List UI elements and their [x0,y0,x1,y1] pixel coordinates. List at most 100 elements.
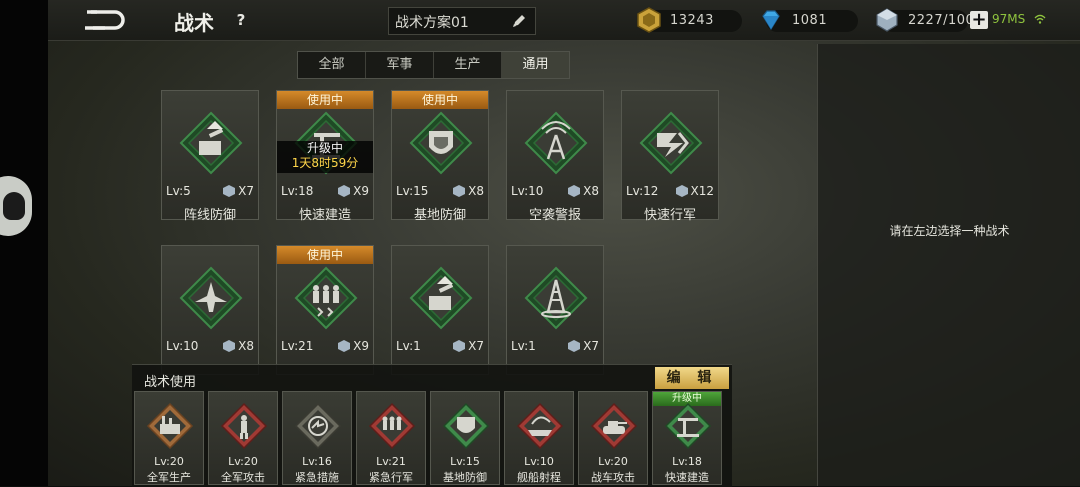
tactic-card-aircraft[interactable]: Lv:10 X8 [161,245,259,375]
usage-slot[interactable]: 升级中 Lv:18 快速建造 [652,391,722,485]
gold-coin-icon [637,7,661,33]
factory-icon [146,402,194,450]
tactic-level: Lv:1 [511,339,536,353]
diamond-value: 1081 [792,13,828,28]
crystal-value: 2227/100 [908,13,975,28]
page-title: 战术 [174,11,214,35]
tactic-count: X9 [337,184,369,198]
tactic-level: Lv:10 [166,339,199,353]
tactics-in-use-panel: 战术使用 编 辑 Lv:20 全军生产 Lv:20 全军攻击 Lv:16 紧急措… [132,364,732,487]
crystal-icon [223,185,236,197]
tactic-card-marching-troops[interactable]: 使用中 Lv:21 X9 [276,245,374,375]
crystal-icon [338,340,351,352]
usage-slot[interactable]: Lv:15 基地防御 [430,391,500,485]
usage-slot[interactable]: Lv:16 紧急措施 [282,391,352,485]
tab-general[interactable]: 通用 [502,52,569,78]
tower-icon [524,266,588,330]
turret-icon [409,266,473,330]
tactic-level: Lv:5 [166,184,191,198]
slot-name: 舰船射程 [517,471,561,484]
plan-name: 战术方案01 [395,15,469,31]
tactic-level: Lv:10 [511,184,544,198]
crystal-icon [568,340,581,352]
usage-slot[interactable]: Lv:20 全军生产 [134,391,204,485]
slot-name: 全军生产 [147,471,191,484]
tactic-level: Lv:1 [396,339,421,353]
crystal-icon [223,340,236,352]
slot-name: 快速建造 [665,471,709,484]
top-bar: 战术 ? 战术方案01 13243 1081 2227/100 + 97MS [48,0,1080,41]
tab-military[interactable]: 军事 [366,52,434,78]
usage-slot[interactable]: Lv:10 舰船射程 [504,391,574,485]
tactic-card-air-raid-alert[interactable]: Lv:10 X8 空袭警报 [506,90,604,223]
tactic-name: 快速建造 [298,208,351,223]
turret-icon [179,111,243,175]
tactic-count-value: X8 [238,339,254,353]
tactic-card-frontline-defense[interactable]: Lv:5 X7 阵线防御 [161,90,259,223]
back-button[interactable] [70,6,136,34]
slot-name: 紧急行军 [369,471,413,484]
ping-indicator: 97MS [992,12,1026,26]
in-use-badge: 使用中 [277,91,373,109]
tab-production[interactable]: 生产 [434,52,502,78]
usage-title: 战术使用 [144,375,197,390]
tactic-count: X7 [452,339,484,353]
usage-slot[interactable]: Lv:20 全军攻击 [208,391,278,485]
tactic-card-fast-build[interactable]: 使用中 升级中 1天8时59分 Lv:18 X9 快速建造 [276,90,374,223]
crystal-icon [453,185,466,197]
usage-slot[interactable]: Lv:21 紧急行军 [356,391,426,485]
in-use-badge: 使用中 [392,91,488,109]
crystal-counter: 2227/100 [876,8,974,32]
tactic-card-base-defense[interactable]: 使用中 Lv:15 X8 基地防御 [391,90,489,223]
base-shield-icon [409,111,473,175]
tactic-count-value: X12 [690,184,715,198]
emergency-icon [294,402,342,450]
select-hint: 请在左边选择一种战术 [889,224,1010,238]
construction-crane-icon [664,402,712,450]
soldier-icon [220,402,268,450]
category-tabs: 全部 军事 生产 通用 [297,51,570,79]
floating-assistant-button[interactable] [0,176,32,236]
radar-tower-icon [524,111,588,175]
slot-level: Lv:15 [450,455,480,468]
slot-name: 紧急措施 [295,471,339,484]
assistant-icon [3,192,25,220]
help-button[interactable]: ? [232,11,250,29]
system-left-strip [0,0,48,486]
tactic-count: X7 [222,184,254,198]
tactic-count-value: X7 [238,184,254,198]
slot-level: Lv:16 [302,455,332,468]
slot-level: Lv:18 [672,455,702,468]
tactic-level: Lv:21 [281,339,314,353]
tactic-level: Lv:18 [281,184,314,198]
tactic-count-value: X8 [468,184,484,198]
in-use-badge: 使用中 [277,246,373,264]
tactic-level: Lv:12 [626,184,659,198]
speed-arrow-icon [639,111,703,175]
gold-value: 13243 [670,13,714,28]
tactic-count: X8 [567,184,599,198]
tactic-card-fast-march[interactable]: Lv:12 X12 快速行军 [621,90,719,223]
slot-name: 基地防御 [443,471,487,484]
wifi-icon [1034,14,1046,24]
tactic-name: 空袭警报 [528,208,581,223]
crystal-icon [675,185,688,197]
add-crystal-button[interactable]: + [970,11,988,29]
tactic-card-turret[interactable]: Lv:1 X7 [391,245,489,375]
tactic-name: 快速行军 [643,208,696,223]
usage-slot[interactable]: Lv:20 战车攻击 [578,391,648,485]
tactic-count-value: X9 [353,184,369,198]
tab-all[interactable]: 全部 [298,52,366,78]
plan-name-field[interactable]: 战术方案01 [388,7,536,35]
tactic-name: 基地防御 [413,208,466,223]
upgrade-overlay: 升级中 1天8时59分 [277,141,373,173]
upgrade-status: 升级中 [306,141,343,155]
tactic-count: X7 [567,339,599,353]
crystal-icon [453,340,466,352]
pencil-icon[interactable] [511,13,527,29]
tactic-level: Lv:15 [396,184,429,198]
edit-button[interactable]: 编 辑 [655,367,729,389]
slot-level: Lv:20 [598,455,628,468]
tactic-card-tower[interactable]: Lv:1 X7 [506,245,604,375]
tactic-count-value: X7 [468,339,484,353]
